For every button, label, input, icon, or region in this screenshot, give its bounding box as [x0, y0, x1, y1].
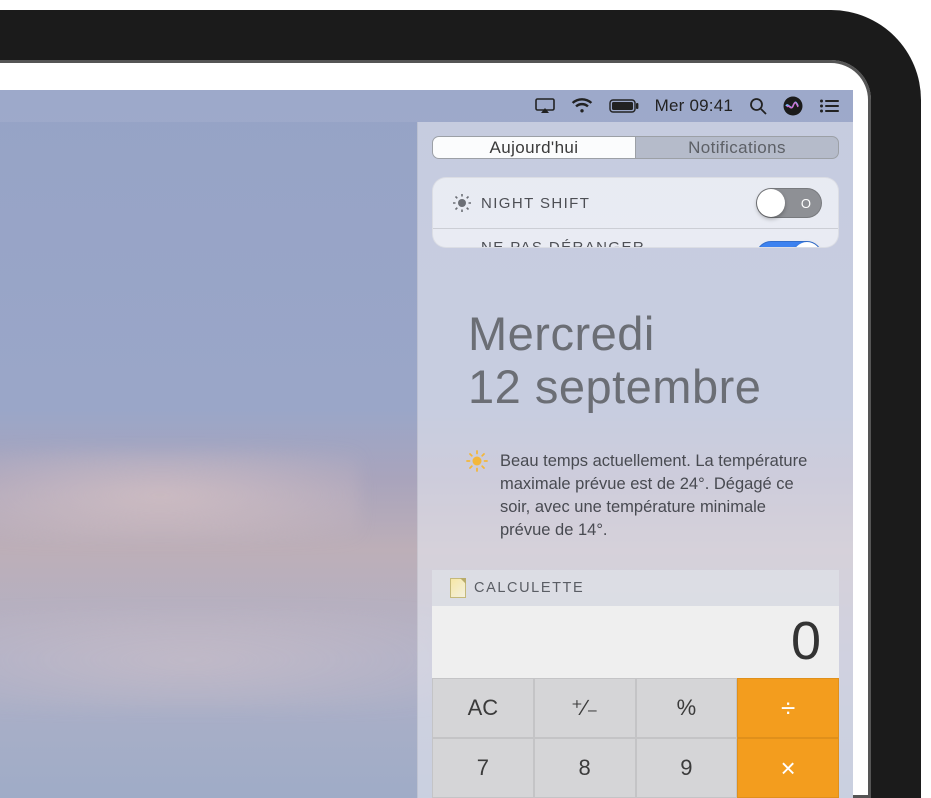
night-shift-icon [449, 193, 475, 213]
device-frame: Mer 09:41 Aujourd'hui Notifications [0, 0, 931, 798]
calc-key-percent[interactable]: % [636, 678, 738, 738]
calc-key-divide[interactable]: ÷ [737, 678, 839, 738]
calculator-app-icon [450, 578, 466, 598]
weekday-label: Mercredi [468, 308, 815, 361]
night-shift-row: NIGHT SHIFT O [433, 178, 838, 228]
clock-label[interactable]: Mer 09:41 [655, 96, 733, 116]
night-shift-toggle[interactable]: O [756, 188, 822, 218]
wifi-icon[interactable] [571, 98, 593, 114]
calc-title: CALCULETTE [474, 580, 584, 596]
calc-key-8[interactable]: 8 [534, 738, 636, 798]
segmented-control: Aujourd'hui Notifications [432, 136, 839, 159]
calc-display: 0 [432, 606, 839, 678]
tab-notifications[interactable]: Notifications [635, 137, 838, 158]
notification-center: Aujourd'hui Notifications NIGHT SHIFT O [417, 122, 853, 798]
tab-today[interactable]: Aujourd'hui [433, 137, 635, 158]
spotlight-icon[interactable] [749, 97, 767, 115]
calculator-widget: CALCULETTE 0 AC ⁺∕₋ % ÷ 7 8 9 × [432, 570, 839, 798]
dnd-label: NE PAS DÉRANGER [481, 239, 756, 248]
battery-icon[interactable] [609, 99, 639, 113]
weather-summary: Beau temps actuellement. La température … [500, 450, 815, 542]
airplay-icon[interactable] [535, 98, 555, 114]
weather-widget: Beau temps actuellement. La température … [432, 432, 839, 566]
screen: Mer 09:41 Aujourd'hui Notifications [0, 90, 853, 798]
date-label: 12 septembre [468, 361, 815, 414]
quick-toggles-card: NIGHT SHIFT O NE PAS DÉRANGER sera désac… [432, 177, 839, 248]
menubar: Mer 09:41 [0, 90, 853, 122]
calc-keypad: AC ⁺∕₋ % ÷ 7 8 9 × [432, 678, 839, 798]
calc-key-multiply[interactable]: × [737, 738, 839, 798]
toggle-state-label: O [801, 196, 811, 211]
notification-center-icon[interactable] [819, 98, 839, 114]
sun-icon [462, 450, 492, 542]
dnd-toggle[interactable]: I [756, 241, 822, 248]
siri-icon[interactable] [783, 96, 803, 116]
calc-key-9[interactable]: 9 [636, 738, 738, 798]
toggle-knob [757, 189, 785, 217]
calc-key-sign[interactable]: ⁺∕₋ [534, 678, 636, 738]
calc-key-7[interactable]: 7 [432, 738, 534, 798]
bg-cloud [0, 610, 440, 710]
night-shift-label: NIGHT SHIFT [481, 195, 756, 212]
dnd-row: NE PAS DÉRANGER sera désactivé demain I [433, 228, 838, 248]
calc-key-ac[interactable]: AC [432, 678, 534, 738]
bg-cloud [0, 450, 360, 540]
calc-header: CALCULETTE [432, 570, 839, 606]
date-widget: Mercredi 12 septembre [432, 248, 839, 431]
